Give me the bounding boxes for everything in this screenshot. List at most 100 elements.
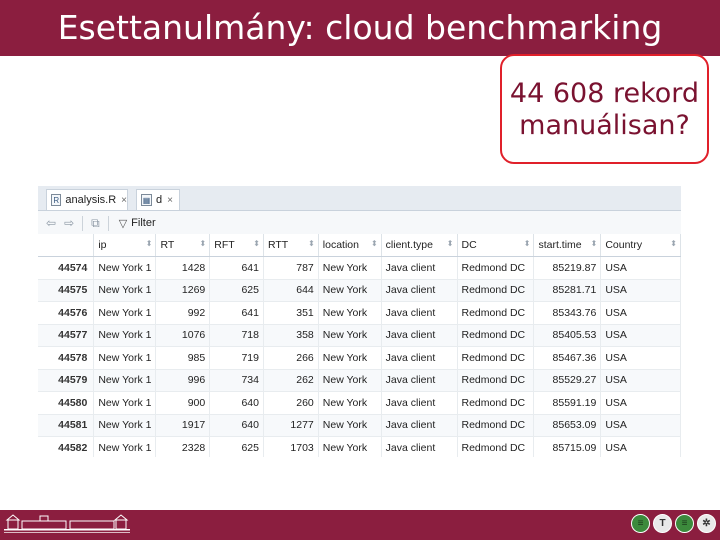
sort-icon[interactable]: ⬍ <box>447 239 454 248</box>
table-cell: New York 1 <box>93 301 157 325</box>
table-cell: New York <box>318 346 382 370</box>
column-header[interactable]: start.time ⬍ <box>533 234 602 257</box>
table-cell: 640 <box>209 414 264 437</box>
table-cell: Java client <box>381 324 458 347</box>
sort-icon[interactable]: ⬍ <box>146 239 153 248</box>
footer-gear-icon: ✲ <box>697 514 716 533</box>
table-body: 44574 New York 1 1428 641 787 New York Java cl… <box>38 256 681 457</box>
column-header[interactable]: client.type ⬍ <box>381 234 458 257</box>
table-cell: 1703 <box>263 436 319 457</box>
table-row: 44578 New York 1 985 719 266 New York Java cli… <box>38 346 681 370</box>
table-cell: USA <box>600 324 681 347</box>
r-script-icon: R <box>51 194 62 206</box>
sort-icon[interactable]: ⬍ <box>308 239 315 248</box>
header-row: ip ⬍ RT ⬍ RFT ⬍ RTT ⬍ location ⬍ client.type ⬍ DC ⬍ st… <box>38 234 681 257</box>
column-header[interactable]: DC ⬍ <box>457 234 535 257</box>
table-cell: New York <box>318 301 382 325</box>
column-header-label: start.time <box>538 239 582 251</box>
column-header[interactable]: location ⬍ <box>318 234 382 257</box>
table-cell: USA <box>600 414 681 437</box>
tab-d-label: d <box>156 194 163 206</box>
table-cell: 734 <box>209 369 264 392</box>
table-cell: USA <box>600 256 681 280</box>
close-icon[interactable]: × <box>167 195 173 206</box>
tab-analysis[interactable]: R analysis.R × <box>46 189 128 210</box>
footer-t-icon: T <box>653 514 672 533</box>
table-cell: 85467.36 <box>533 346 602 370</box>
row-number: 44577 <box>38 324 95 347</box>
title-bar: Esettanulmány: cloud benchmarking <box>0 0 720 56</box>
table-cell: Java client <box>381 279 458 302</box>
table-cell: New York <box>318 369 382 392</box>
filter-button[interactable]: ▽ Filter <box>119 217 156 230</box>
table-cell: 2328 <box>155 436 211 457</box>
table-cell: 992 <box>155 301 211 325</box>
table-cell: New York <box>318 256 382 280</box>
table-cell: 1277 <box>263 414 319 437</box>
table-cell: Redmond DC <box>457 324 535 347</box>
data-viewer: R analysis.R × ▦ d × ⇦ ⇨ ⧉ ▽ Filter ip ⬍ R… <box>38 186 681 457</box>
sort-icon[interactable]: ⬍ <box>591 239 598 248</box>
toolbar-divider <box>107 215 109 231</box>
forward-arrow-icon[interactable]: ⇨ <box>64 216 74 230</box>
table-cell: Redmond DC <box>457 436 535 457</box>
table-cell: Java client <box>381 369 458 392</box>
table-cell: USA <box>600 301 681 325</box>
table-cell: 358 <box>263 324 319 347</box>
table-cell: 625 <box>209 436 264 457</box>
table-row: 44581 New York 1 1917 640 1277 New York Java c… <box>38 414 681 437</box>
table-row: 44582 New York 1 2328 625 1703 New York Java c… <box>38 436 681 457</box>
table-cell: USA <box>600 346 681 370</box>
column-header-label: client.type <box>385 239 433 251</box>
table-cell: New York <box>318 391 382 415</box>
sort-icon[interactable]: ⬍ <box>524 239 531 248</box>
table-cell: 262 <box>263 369 319 392</box>
sort-icon[interactable]: ⬍ <box>371 239 378 248</box>
column-header[interactable]: Country ⬍ <box>600 234 681 257</box>
table-cell: 985 <box>155 346 211 370</box>
table-cell: New York 1 <box>93 436 157 457</box>
sort-icon[interactable]: ⬍ <box>670 239 677 248</box>
table-cell: Redmond DC <box>457 369 535 392</box>
table-cell: 1269 <box>155 279 211 302</box>
column-header-label: RT <box>160 239 175 251</box>
table-cell: 351 <box>263 301 319 325</box>
table-cell: New York 1 <box>93 391 157 415</box>
table-cell: Java client <box>381 391 458 415</box>
table-cell: 85405.53 <box>533 324 602 347</box>
table-cell: 719 <box>209 346 264 370</box>
close-icon[interactable]: × <box>121 195 127 206</box>
popout-icon[interactable]: ⧉ <box>91 216 100 231</box>
footer-bar: ≡ T ≡ ✲ <box>0 510 720 540</box>
sort-icon[interactable]: ⬍ <box>200 239 207 248</box>
column-header[interactable]: RFT ⬍ <box>209 234 264 257</box>
row-number: 44575 <box>38 279 95 302</box>
column-header[interactable]: RTT ⬍ <box>263 234 319 257</box>
column-header[interactable]: RT ⬍ <box>155 234 211 257</box>
table-cell: 1076 <box>155 324 211 347</box>
row-number-header[interactable] <box>38 234 95 257</box>
table-cell: 996 <box>155 369 211 392</box>
back-arrow-icon[interactable]: ⇦ <box>46 216 56 230</box>
column-header-label: ip <box>98 239 107 251</box>
column-header-label: Country <box>605 239 643 251</box>
table-cell: New York <box>318 436 382 457</box>
row-number: 44574 <box>38 256 95 280</box>
tab-d[interactable]: ▦ d × <box>136 189 180 210</box>
table-row: 44577 New York 1 1076 718 358 New York Java cl… <box>38 324 681 347</box>
table-cell: 1428 <box>155 256 211 280</box>
column-header[interactable]: ip ⬍ <box>93 234 157 257</box>
sort-icon[interactable]: ⬍ <box>253 239 260 248</box>
table-cell: 266 <box>263 346 319 370</box>
table-row: 44580 New York 1 900 640 260 New York Java cli… <box>38 391 681 415</box>
row-number: 44579 <box>38 369 95 392</box>
row-number: 44576 <box>38 301 95 325</box>
table-cell: 1917 <box>155 414 211 437</box>
viewer-toolbar: ⇦ ⇨ ⧉ ▽ Filter <box>38 211 681 236</box>
table-cell: New York 1 <box>93 256 157 280</box>
table-cell: USA <box>600 279 681 302</box>
table-cell: New York 1 <box>93 279 157 302</box>
table-cell: New York 1 <box>93 324 157 347</box>
table-cell: New York <box>318 324 382 347</box>
table-cell: 640 <box>209 391 264 415</box>
